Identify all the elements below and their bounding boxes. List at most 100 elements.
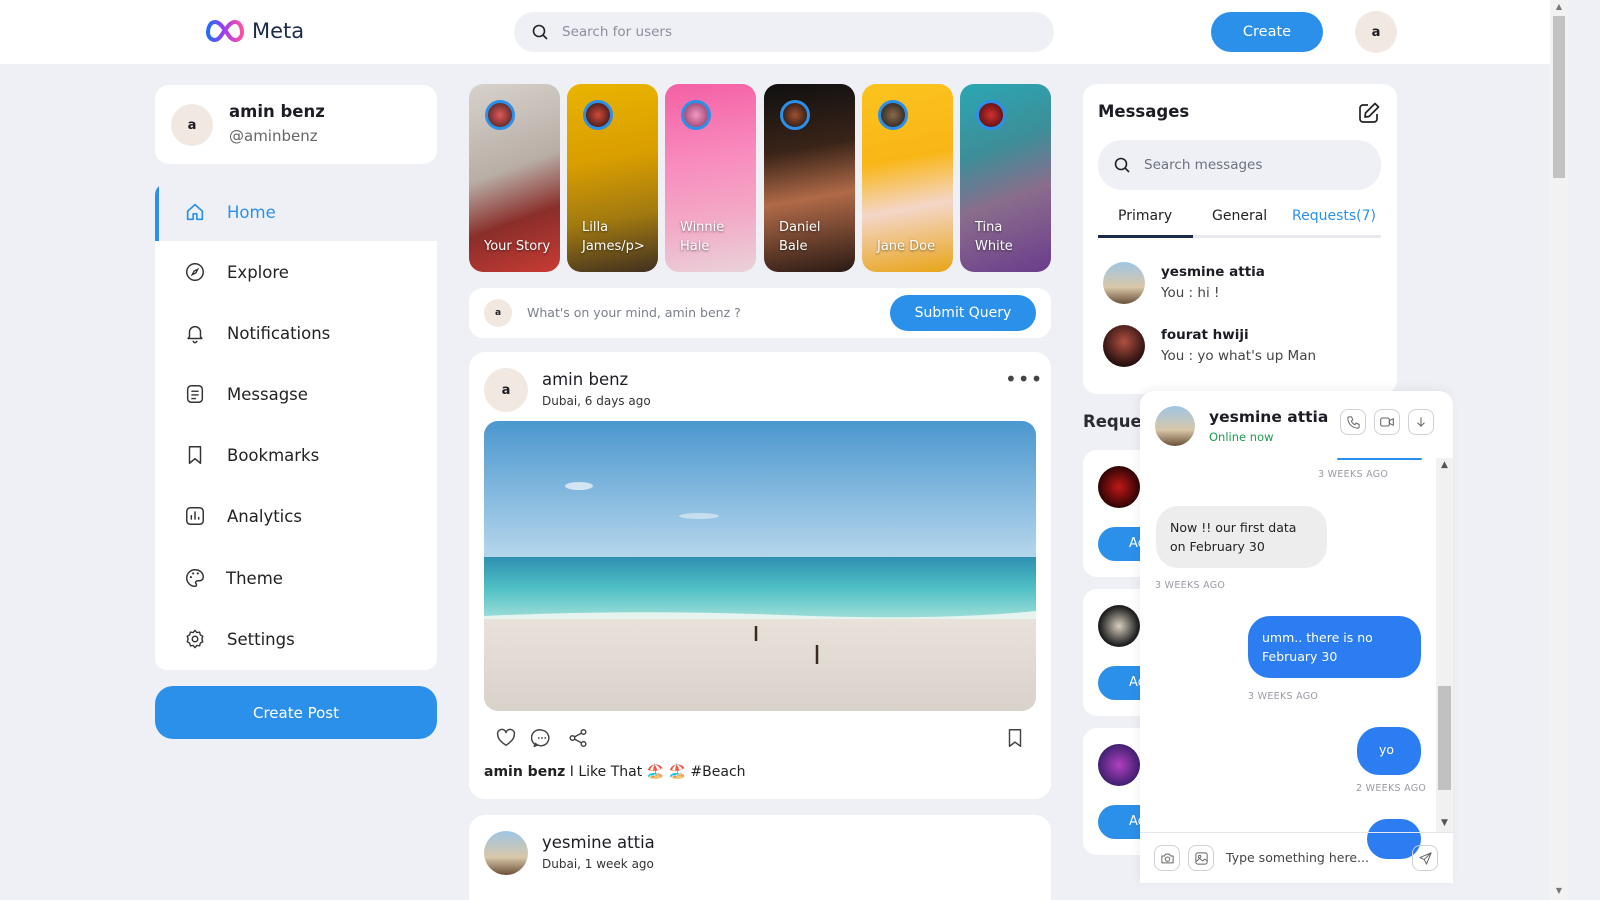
compass-icon — [186, 263, 204, 281]
video-icon — [1380, 417, 1394, 427]
composer-input[interactable]: What's on your mind, amin benz ? — [527, 305, 741, 320]
conversation-name: yesmine attia — [1161, 264, 1265, 280]
page-scrollbar-thumb[interactable] — [1553, 16, 1565, 178]
messages-panel: Messages Search messages Primary General… — [1083, 84, 1397, 394]
scroll-up-icon[interactable]: ▲ — [1439, 460, 1450, 470]
caption-author[interactable]: amin benz — [484, 764, 565, 780]
user-search-input[interactable]: Search for users — [562, 24, 672, 40]
chat-message-input[interactable]: Type something here... — [1226, 850, 1369, 865]
post-composer: a What's on your mind, amin benz ? Submi… — [469, 288, 1051, 338]
scroll-up-icon[interactable]: ▲ — [1554, 2, 1564, 12]
feed-post: a amin benz Dubai, 6 days ago ••• amin b… — [469, 352, 1051, 799]
chat-scrollbar[interactable]: ▲ ▼ — [1436, 458, 1453, 832]
conversation-item[interactable]: fourat hwiji You : yo what's up Man — [1103, 325, 1383, 371]
story-avatar — [485, 100, 515, 130]
story-card[interactable]: Daniel Bale — [764, 84, 855, 272]
user-avatar[interactable]: a — [1355, 11, 1397, 53]
request-avatar — [1098, 605, 1140, 647]
sidebar-item-explore[interactable]: Explore — [155, 243, 437, 301]
minimize-chat-button[interactable] — [1408, 409, 1434, 435]
camera-button[interactable] — [1154, 845, 1180, 871]
image-button[interactable] — [1188, 845, 1214, 871]
meta-logo-icon — [206, 19, 244, 43]
tab-requests[interactable]: Requests(7) — [1292, 208, 1376, 224]
palette-icon — [186, 569, 204, 587]
sidebar-item-message[interactable]: Messagse — [155, 365, 437, 423]
scroll-down-icon[interactable]: ▼ — [1439, 818, 1450, 828]
video-call-button[interactable] — [1374, 409, 1400, 435]
search-icon — [1114, 157, 1130, 173]
post-author-avatar[interactable] — [484, 831, 528, 875]
story-card[interactable]: Jane Doe — [862, 84, 953, 272]
message-icon — [186, 385, 204, 403]
outgoing-message: yo — [1357, 727, 1421, 775]
chat-contact-avatar[interactable] — [1155, 406, 1195, 446]
conversation-last-message: You : hi ! — [1161, 285, 1220, 301]
camera-icon — [1160, 853, 1174, 863]
sidebar-item-label: Analytics — [227, 506, 302, 526]
story-card[interactable]: Winnie Hale — [665, 84, 756, 272]
user-search[interactable]: Search for users — [514, 12, 1054, 52]
submit-query-button[interactable]: Submit Query — [890, 295, 1036, 331]
sidebar-item-analytics[interactable]: Analytics — [155, 487, 437, 545]
chat-contact-name: yesmine attia — [1209, 408, 1329, 426]
post-author-name[interactable]: yesmine attia — [542, 833, 655, 852]
edit-icon[interactable] — [1357, 101, 1381, 125]
profile-name: amin benz — [229, 102, 325, 121]
sidebar-item-bookmarks[interactable]: Bookmarks — [155, 426, 437, 484]
chat-scrollbar-thumb[interactable] — [1438, 686, 1451, 790]
chat-online-status: Online now — [1209, 430, 1274, 444]
page-scrollbar[interactable]: ▲ ▼ — [1550, 0, 1568, 900]
scroll-down-icon[interactable]: ▼ — [1554, 886, 1564, 896]
story-card[interactable]: Your Story — [469, 84, 560, 272]
message-search[interactable]: Search messages — [1098, 140, 1381, 190]
brand-name: Meta — [252, 19, 305, 43]
heart-icon[interactable] — [495, 727, 517, 749]
message-timestamp: 3 WEEKS AGO — [1318, 469, 1389, 480]
send-button[interactable] — [1412, 845, 1438, 871]
post-image[interactable] — [484, 421, 1036, 711]
sidebar-item-label: Bookmarks — [227, 445, 320, 465]
request-avatar — [1098, 466, 1140, 508]
story-name: Daniel Bale — [779, 220, 821, 254]
top-bar: Meta Search for users Create a — [0, 0, 1550, 64]
create-button[interactable]: Create — [1211, 12, 1323, 52]
story-name: Jane Doe — [877, 239, 936, 254]
tab-primary[interactable]: Primary — [1118, 208, 1172, 224]
story-name: Winnie Hale — [680, 220, 725, 254]
sidebar-item-theme[interactable]: Theme — [155, 549, 437, 607]
story-card[interactable]: Lilla James/p> — [567, 84, 658, 272]
comment-icon[interactable] — [531, 727, 553, 749]
share-icon[interactable] — [567, 727, 589, 749]
sidebar-item-notifications[interactable]: Notifications — [155, 304, 437, 362]
post-author-avatar[interactable]: a — [484, 368, 528, 412]
sidebar-item-home[interactable]: Home — [155, 183, 437, 241]
create-post-button[interactable]: Create Post — [155, 686, 437, 739]
post-author-name[interactable]: amin benz — [542, 370, 628, 389]
messages-title: Messages — [1098, 102, 1190, 121]
message-search-input[interactable]: Search messages — [1144, 157, 1262, 173]
sidebar-item-label: Notifications — [227, 323, 331, 343]
conversation-item[interactable]: yesmine attia You : hi ! — [1103, 262, 1383, 308]
sidebar-item-label: Settings — [227, 629, 295, 649]
sidebar-item-label: Explore — [227, 262, 289, 282]
sidebar-item-label: Theme — [226, 568, 283, 588]
more-options-icon[interactable]: ••• — [1005, 369, 1043, 389]
gear-icon — [186, 629, 204, 649]
sidebar-nav: Home Explore Notifications Messagse Book… — [155, 183, 437, 670]
profile-card[interactable]: a amin benz @aminbenz — [155, 85, 437, 164]
outgoing-message: umm.. there is no February 30 — [1248, 616, 1421, 678]
story-name: Tina White — [975, 220, 1013, 254]
story-avatar — [878, 100, 908, 130]
post-actions — [495, 727, 589, 749]
story-avatar — [681, 100, 711, 130]
bookmark-post-icon[interactable] — [1004, 727, 1026, 749]
profile-avatar: a — [171, 104, 213, 146]
call-button[interactable] — [1340, 409, 1366, 435]
story-card[interactable]: Tina White — [960, 84, 1051, 272]
tab-general[interactable]: General — [1212, 208, 1267, 224]
brand-logo[interactable]: Meta — [206, 18, 304, 44]
message-timestamp: 2 WEEKS AGO — [1356, 783, 1427, 794]
conversation-last-message: You : yo what's up Man — [1161, 348, 1317, 364]
sidebar-item-settings[interactable]: Settings — [155, 610, 437, 668]
